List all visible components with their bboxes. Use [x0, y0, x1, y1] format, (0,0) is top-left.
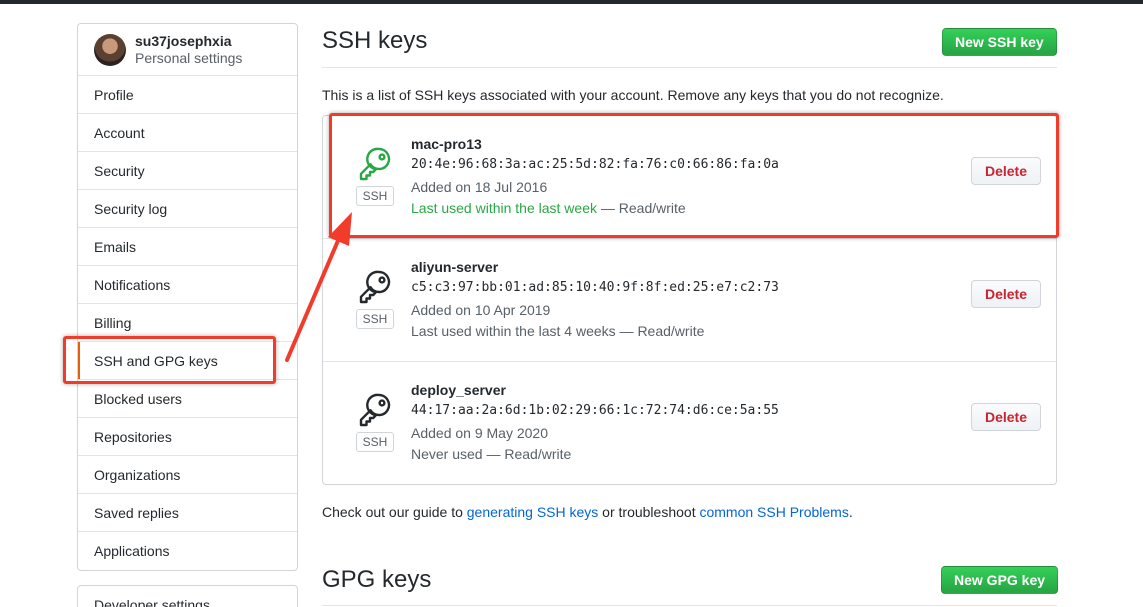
key-fingerprint: c5:c3:97:bb:01:ad:85:10:40:9f:8f:ed:25:e… [411, 280, 779, 295]
key-last-used-text: Never used [411, 446, 483, 462]
gpg-keys-title: GPG keys [322, 566, 432, 593]
sidebar-item-security[interactable]: Security [78, 152, 297, 190]
key-added-date: Added on 10 Apr 2019 [411, 302, 551, 318]
ssh-intro-text: This is a list of SSH keys associated wi… [322, 87, 944, 103]
delete-key-button[interactable]: Delete [971, 280, 1041, 308]
key-last-used-text: Last used within the last 4 weeks [411, 323, 616, 339]
key-name: aliyun-server [411, 259, 499, 275]
ssh-tag: SSH [356, 309, 394, 329]
sidebar-item-profile[interactable]: Profile [78, 76, 297, 114]
gpg-title-divider [322, 605, 1057, 606]
sidebar-item-blocked-users[interactable]: Blocked users [78, 380, 297, 418]
ssh-key-row: SSH deploy_server 44:17:aa:2a:6d:1b:02:2… [323, 362, 1056, 485]
key-added-date: Added on 9 May 2020 [411, 425, 548, 441]
key-icon [359, 393, 391, 427]
ssh-tag: SSH [356, 432, 394, 452]
sidebar-user-header[interactable]: su37josephxia Personal settings [78, 24, 297, 76]
new-ssh-key-button[interactable]: New SSH key [942, 28, 1057, 56]
key-last-used: Never used — Read/write [411, 446, 571, 462]
key-icon [359, 270, 391, 304]
sidebar-item-developer-settings[interactable]: Developer settings [77, 585, 298, 607]
top-bar [0, 0, 1143, 4]
sidebar-username[interactable]: su37josephxia [135, 33, 242, 50]
key-access: — Read/write [482, 446, 572, 462]
sidebar-subtitle: Personal settings [135, 49, 243, 66]
key-access: — Read/write [615, 323, 705, 339]
ssh-keys-title: SSH keys [322, 27, 428, 54]
annotation-highlight-key [329, 113, 1059, 238]
new-gpg-key-button[interactable]: New GPG key [941, 566, 1059, 594]
generating-ssh-keys-link[interactable]: generating SSH keys [467, 504, 599, 520]
guide-suffix: . [848, 504, 853, 520]
sidebar-item-applications[interactable]: Applications [78, 532, 297, 570]
key-last-used: Last used within the last 4 weeks — Read… [411, 323, 704, 339]
sidebar-item-saved-replies[interactable]: Saved replies [78, 494, 297, 532]
sidebar-item-notifications[interactable]: Notifications [78, 266, 297, 304]
settings-sidebar: su37josephxia Personal settings Profile … [77, 23, 298, 571]
guide-middle: or troubleshoot [598, 504, 700, 520]
common-ssh-problems-link[interactable]: common SSH Problems [699, 504, 848, 520]
delete-key-button[interactable]: Delete [971, 403, 1041, 431]
sidebar-item-account[interactable]: Account [78, 114, 297, 152]
title-divider [322, 67, 1057, 68]
ssh-key-row: SSH aliyun-server c5:c3:97:bb:01:ad:85:1… [323, 239, 1056, 362]
sidebar-item-organizations[interactable]: Organizations [78, 456, 297, 494]
annotation-highlight-sidebar [63, 336, 276, 384]
sidebar-item-security-log[interactable]: Security log [78, 190, 297, 228]
ssh-guide-text: Check out our guide to generating SSH ke… [322, 504, 853, 520]
key-name: deploy_server [411, 382, 506, 398]
avatar[interactable] [94, 33, 126, 66]
key-fingerprint: 44:17:aa:2a:6d:1b:02:29:66:1c:72:74:d6:c… [411, 403, 779, 418]
sidebar-item-repositories[interactable]: Repositories [78, 418, 297, 456]
sidebar-item-emails[interactable]: Emails [78, 228, 297, 266]
guide-prefix: Check out our guide to [322, 504, 467, 520]
